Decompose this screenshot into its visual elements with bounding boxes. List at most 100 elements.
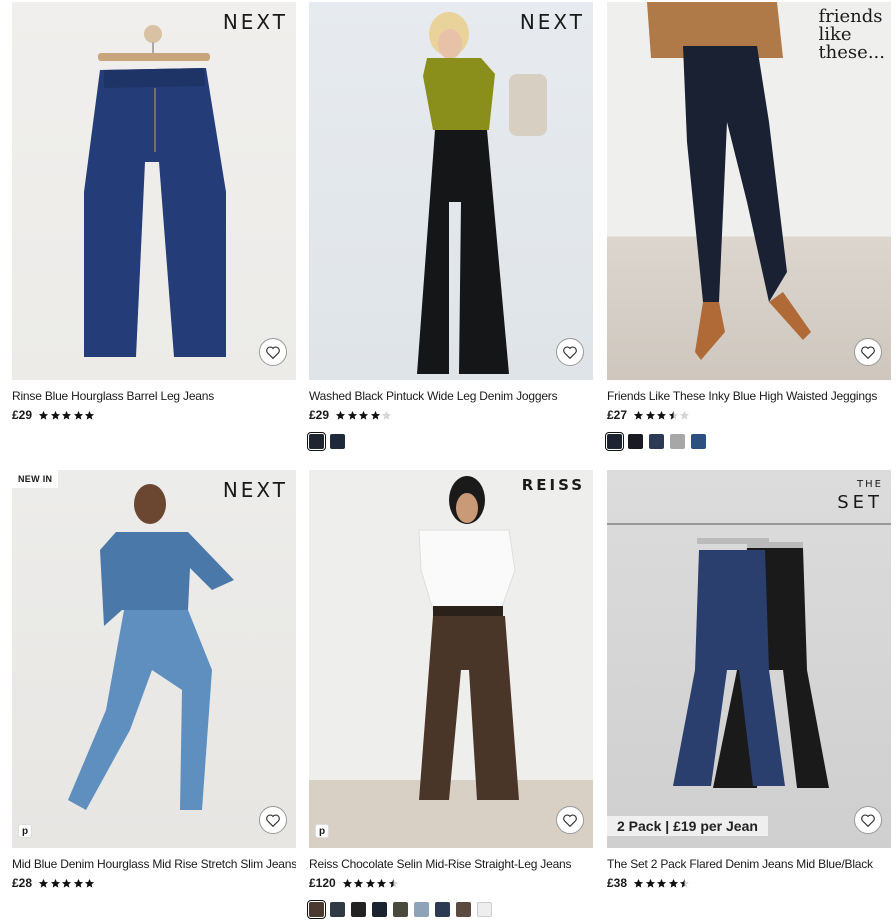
product-title[interactable]: Reiss Chocolate Selin Mid-Rise Straight-… <box>309 857 593 871</box>
product-title[interactable]: Rinse Blue Hourglass Barrel Leg Jeans <box>12 389 296 403</box>
star-icon <box>633 410 644 420</box>
star-icon <box>645 410 655 420</box>
product-image[interactable]: friends like these... <box>607 2 891 380</box>
colour-swatch[interactable] <box>307 900 326 919</box>
jeans-illustration <box>607 523 891 788</box>
price-rating-row: £120 <box>309 876 593 890</box>
brand-logo: REISS <box>521 476 585 494</box>
product-title[interactable]: Friends Like These Inky Blue High Waiste… <box>607 389 891 403</box>
brand-logo: THE SET <box>837 476 883 512</box>
heart-icon <box>861 346 875 359</box>
colour-swatch[interactable] <box>330 434 345 449</box>
colour-swatch[interactable] <box>477 902 492 917</box>
product-card[interactable]: NEXT Rinse Blue Hourglass Barrel Leg Jea… <box>12 2 296 422</box>
star-icon <box>656 878 667 888</box>
brand-logo: friends like these... <box>818 8 885 62</box>
star-icon <box>358 410 369 420</box>
pay-badge: p <box>18 824 32 838</box>
price-rating-row: £38 <box>607 876 891 890</box>
star-icon <box>679 878 690 888</box>
product-price: £28 <box>12 876 33 890</box>
colour-swatch[interactable] <box>670 434 685 449</box>
star-icon <box>50 878 60 888</box>
heart-icon <box>861 814 875 827</box>
product-title[interactable]: Washed Black Pintuck Wide Leg Denim Jogg… <box>309 389 593 403</box>
product-card[interactable]: THE SET 2 Pack | £19 per Jean The Set 2 … <box>607 470 891 890</box>
product-image[interactable]: NEW IN NEXT p <box>12 470 296 848</box>
colour-swatch[interactable] <box>691 434 706 449</box>
promo-banner: 2 Pack | £19 per Jean <box>607 816 768 836</box>
colour-swatch[interactable] <box>307 432 326 451</box>
favourite-button[interactable] <box>259 338 287 366</box>
star-icon <box>668 878 678 888</box>
product-price: £38 <box>607 876 628 890</box>
product-price: £120 <box>309 876 336 890</box>
colour-swatch[interactable] <box>351 902 366 917</box>
product-title[interactable]: Mid Blue Denim Hourglass Mid Rise Stretc… <box>12 857 296 871</box>
star-rating <box>342 878 400 889</box>
product-card[interactable]: NEXT Washed Black Pintuck Wide Leg Denim… <box>307 2 593 451</box>
product-price: £27 <box>607 408 628 422</box>
heart-icon <box>563 346 577 359</box>
colour-swatches <box>605 432 891 451</box>
colour-swatch[interactable] <box>435 902 450 917</box>
colour-swatch[interactable] <box>605 432 624 451</box>
model-illustration <box>68 484 234 810</box>
colour-swatches <box>307 432 593 451</box>
colour-swatch[interactable] <box>330 902 345 917</box>
product-title[interactable]: The Set 2 Pack Flared Denim Jeans Mid Bl… <box>607 857 891 871</box>
star-icon <box>377 878 387 888</box>
heart-icon <box>266 814 280 827</box>
heart-icon <box>266 346 280 359</box>
star-rating <box>633 410 691 421</box>
colour-swatch[interactable] <box>393 902 408 917</box>
favourite-button[interactable] <box>556 806 584 834</box>
product-card[interactable]: NEW IN NEXT p Mid Blue Denim Hourglass M… <box>12 470 296 890</box>
product-image[interactable]: NEXT <box>309 2 593 380</box>
model-illustration <box>418 476 519 800</box>
product-card[interactable]: REISS p Reiss Chocolate Selin Mid-Rise S… <box>307 470 593 919</box>
product-image[interactable]: THE SET 2 Pack | £19 per Jean <box>607 470 891 848</box>
colour-swatch[interactable] <box>414 902 429 917</box>
favourite-button[interactable] <box>854 806 882 834</box>
price-rating-row: £29 <box>309 408 593 422</box>
favourite-button[interactable] <box>259 806 287 834</box>
star-rating <box>38 410 96 421</box>
star-icon <box>61 878 72 888</box>
star-icon <box>335 410 346 420</box>
star-icon <box>388 878 398 888</box>
colour-swatch[interactable] <box>628 434 643 449</box>
brand-line: SET <box>837 492 883 513</box>
product-image[interactable]: NEXT <box>12 2 296 380</box>
brand-logo: NEXT <box>519 10 585 34</box>
star-icon <box>370 410 380 420</box>
star-rating <box>38 878 96 889</box>
star-icon <box>50 410 60 420</box>
product-price: £29 <box>309 408 330 422</box>
colour-swatch[interactable] <box>456 902 471 917</box>
jeans-illustration <box>84 25 226 357</box>
model-illustration <box>417 12 547 374</box>
star-icon <box>38 410 49 420</box>
star-icon <box>381 410 392 420</box>
colour-swatch[interactable] <box>372 902 387 917</box>
product-card[interactable]: friends like these... Friends Like These… <box>605 2 891 451</box>
colour-swatch[interactable] <box>649 434 664 449</box>
brand-line: these... <box>818 42 885 63</box>
star-icon <box>38 878 49 888</box>
star-icon <box>61 410 72 420</box>
star-icon <box>347 410 357 420</box>
new-in-badge: NEW IN <box>12 470 59 488</box>
price-rating-row: £27 <box>607 408 891 422</box>
favourite-button[interactable] <box>556 338 584 366</box>
star-icon <box>645 878 655 888</box>
product-image[interactable]: REISS p <box>309 470 593 848</box>
star-icon <box>679 410 690 420</box>
heart-icon <box>563 814 577 827</box>
brand-logo: NEXT <box>222 10 288 34</box>
star-icon <box>354 878 364 888</box>
star-icon <box>633 878 644 888</box>
price-rating-row: £28 <box>12 876 296 890</box>
star-icon <box>342 878 352 888</box>
favourite-button[interactable] <box>854 338 882 366</box>
